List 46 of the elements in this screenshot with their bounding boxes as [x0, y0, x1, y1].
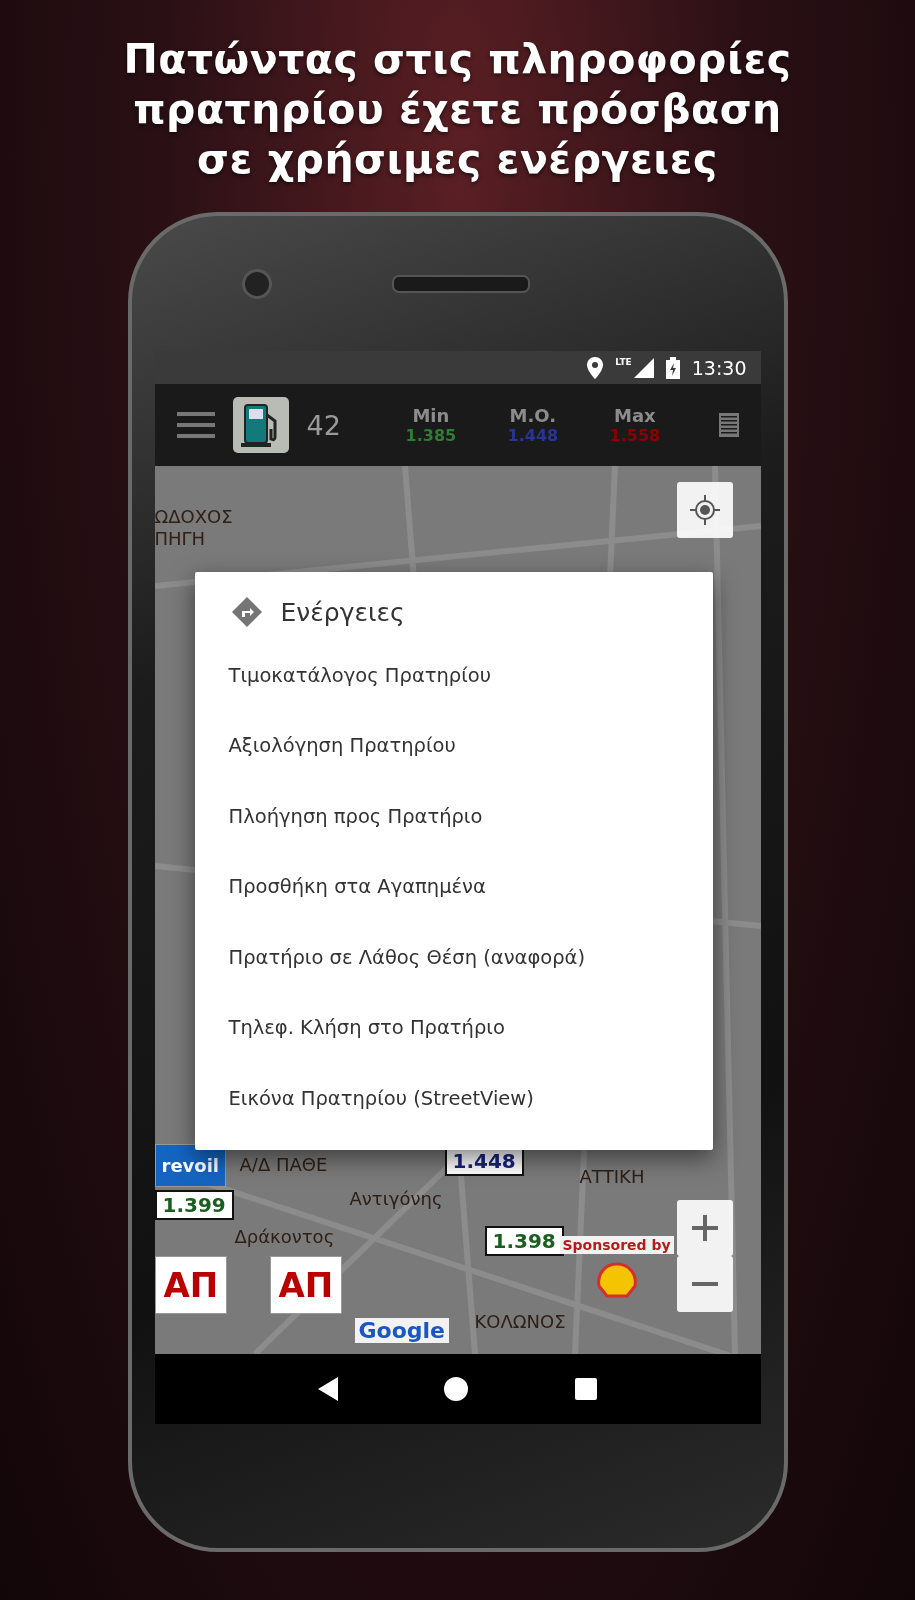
speaker-icon	[391, 274, 530, 293]
signal-icon	[633, 357, 654, 378]
fuel-pump-logo	[232, 397, 289, 453]
price-marker[interactable]: 1.399	[154, 1190, 234, 1220]
dialog-menu-item[interactable]: Αξιολόγηση Πρατηρίου	[194, 710, 713, 781]
list-icon[interactable]	[718, 413, 739, 437]
map-label: ΩΔΟΧΟΣ ΠΗΓΗ	[154, 506, 233, 550]
plus-icon	[691, 1215, 718, 1241]
battery-icon	[665, 356, 680, 379]
map-label: Α/Δ ΠΑΘΕ	[239, 1154, 328, 1176]
dialog-menu-item[interactable]: Τηλεφ. Κλήση στο Πρατήριο	[194, 992, 713, 1063]
station-brand-marker[interactable]: ΑΠ	[154, 1256, 228, 1314]
dialog-title: Ενέργειες	[280, 597, 405, 627]
map-label: ΚΟΛΩΝΟΣ	[474, 1311, 566, 1333]
stat-label: M.O.	[509, 405, 557, 426]
stat-label: Min	[412, 405, 450, 426]
map-attribution: Google	[354, 1318, 449, 1343]
minus-icon	[691, 1282, 718, 1286]
clock: 13:30	[691, 356, 747, 379]
target-icon	[689, 495, 720, 525]
dialog-menu-item[interactable]: Τιμοκατάλογος Πρατηρίου	[194, 640, 713, 711]
map-label: ΑΤΤΙΚΗ	[579, 1166, 645, 1188]
dialog-menu-item[interactable]: Εικόνα Πρατηρίου (StreetView)	[194, 1063, 713, 1134]
stat-label: Max	[614, 405, 656, 426]
zoom-in-button[interactable]	[676, 1200, 733, 1256]
camera-icon	[241, 268, 272, 299]
station-count: 42	[306, 409, 341, 441]
map-label: Αντιγόνης	[349, 1188, 443, 1210]
zoom-out-button[interactable]	[676, 1256, 733, 1312]
dialog-menu-item[interactable]: Πλοήγηση προς Πρατήριο	[194, 781, 713, 852]
map-label: Δράκοντος	[234, 1226, 335, 1248]
menu-icon[interactable]	[176, 412, 215, 438]
stat-value: 1.385	[405, 426, 457, 445]
station-brand-marker[interactable]: ΑΠ	[269, 1256, 343, 1314]
dialog-menu-item[interactable]: Προσθήκη στα Αγαπημένα	[194, 851, 713, 922]
price-marker[interactable]: 1.398	[484, 1226, 564, 1256]
dialog-menu-item[interactable]: Πρατήριο σε Λάθος Θέση (αναφορά)	[194, 922, 713, 993]
network-type: LTE	[615, 357, 632, 367]
headline: Πατώντας στις πληροφορίες πρατηρίου έχετε πρόσβαση σε χρήσιμες ενέργειες	[123, 34, 792, 184]
my-location-button[interactable]	[676, 482, 733, 538]
stat-value: 1.558	[609, 426, 661, 445]
station-brand-marker[interactable]: revoil	[154, 1144, 227, 1187]
stat-value: 1.448	[507, 426, 559, 445]
location-pin-icon	[587, 356, 604, 379]
sponsor-label: Sponsored by	[559, 1236, 674, 1254]
directions-icon	[230, 596, 263, 628]
